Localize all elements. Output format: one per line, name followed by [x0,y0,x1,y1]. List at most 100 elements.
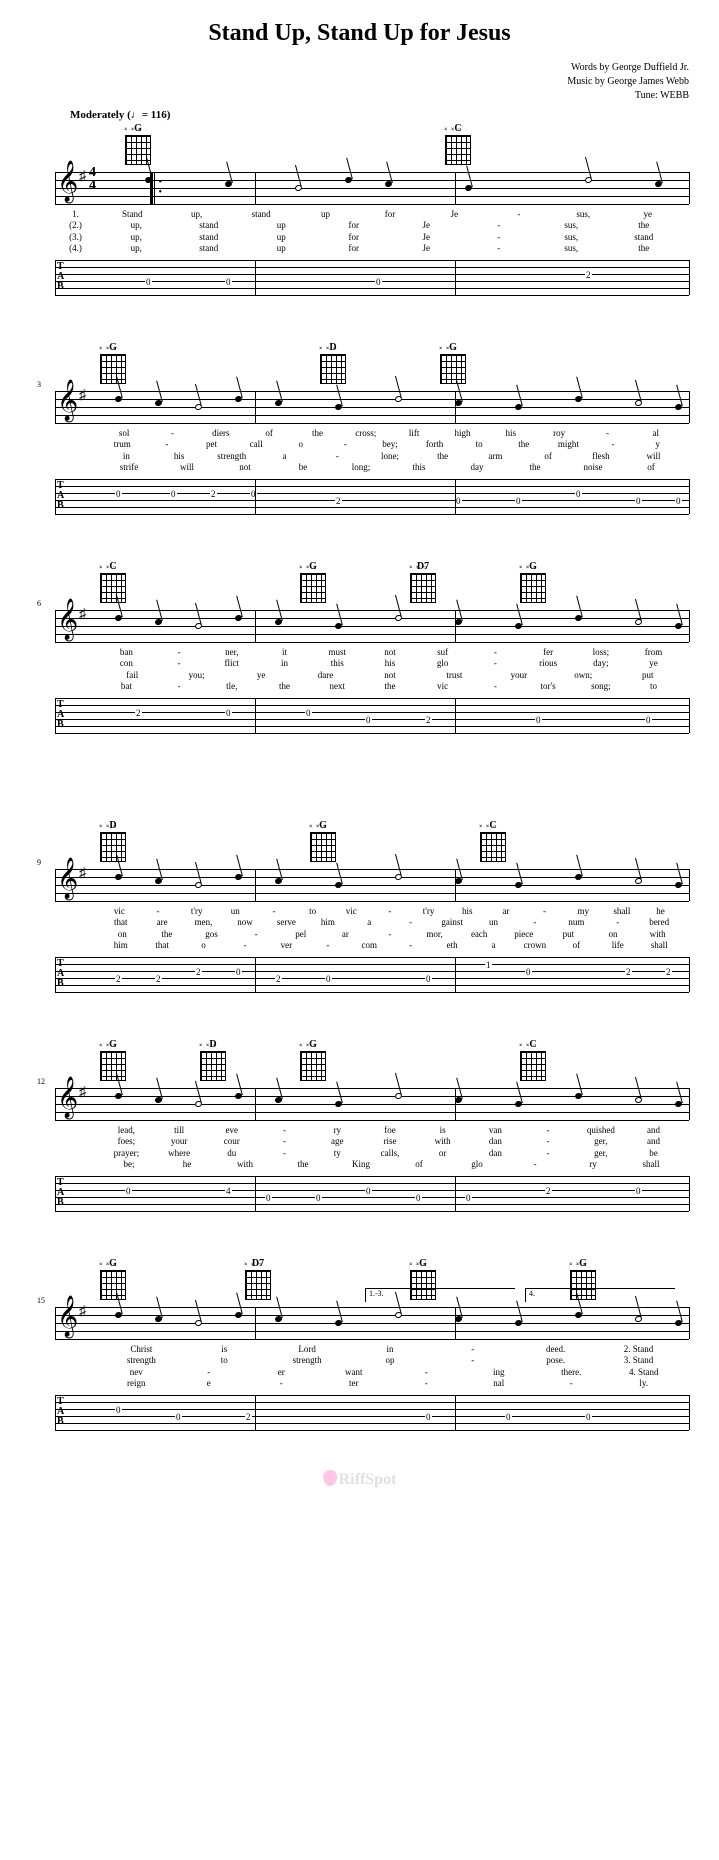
chord-grid-icon [100,832,126,862]
tab-fret-number: 0 [505,1412,512,1422]
lyric-syllable: want [318,1367,391,1378]
note-icon [274,1096,282,1104]
note-icon [344,176,352,184]
lyric-syllable: age [311,1136,364,1147]
barline [255,1176,256,1211]
tab-fret-number: 2 [585,270,592,280]
note-icon [334,1100,342,1108]
lyric-syllable: till [153,1125,206,1136]
verse-number [55,451,100,462]
music-system: GDGC12𝄞♯lead,tilleve-ryfoeisvan-quisheda… [30,1039,689,1218]
lyric-syllable: shall [622,1159,680,1170]
lyric-syllable: his [153,451,206,462]
note-icon [584,176,592,184]
note-icon [634,1096,642,1104]
chord-diagram: D [100,820,126,862]
barline [55,869,56,901]
lyric-syllable: un [473,917,514,928]
tab-fret-number: 0 [315,1193,322,1203]
lyric-syllable: o [278,439,323,450]
note-icon [234,1092,242,1100]
lyric-syllable: Christ [100,1344,183,1355]
lyric-syllable: on [591,929,636,940]
music-system: DGC9𝄞♯vic-t'ryun-tovic-t'ryhisar-myshall… [30,820,689,999]
tab-label: TAB [57,1178,64,1208]
lyric-syllable: glo [448,1159,506,1170]
lyric-syllable: the [274,1159,332,1170]
verse-number [55,940,100,951]
tab-fret-number: 2 [135,708,142,718]
note-icon [574,395,582,403]
tab-fret-number: 2 [245,1412,252,1422]
lyric-syllable: - [390,1378,463,1389]
lyric-syllable: ar [323,929,368,940]
chord-diagram: D7 [410,561,436,603]
tab-fret-number: 0 [425,1412,432,1422]
barline [689,610,690,642]
tab-fret-number: 0 [525,967,532,977]
lyric-syllable: - [506,1159,564,1170]
lyric-syllable: put [616,670,680,681]
verse-number [55,1355,100,1366]
lyric-line: foes;yourcour-agerisewithdan-ger,and [55,1136,689,1147]
lyric-syllable: not [364,647,417,658]
lyric-syllable: vic [416,681,469,692]
lyric-syllable: pet [189,439,234,450]
lyric-syllable: - [463,220,536,231]
verse-number: (4.) [55,243,100,254]
lyric-syllable: quished [574,1125,627,1136]
barline [689,1395,690,1430]
note-icon [274,1315,282,1323]
chord-diagram: C [480,820,506,862]
lyric-syllable: that [141,940,182,951]
verse-number [55,428,100,439]
verse-number [55,681,100,692]
barline [55,391,56,423]
verse-number [55,1125,100,1136]
note-icon [194,622,202,630]
chord-diagram: C [520,1039,546,1081]
chord-grid-icon [245,1270,271,1300]
lyric-syllable: sus, [535,220,608,231]
tab-fret-number: 0 [235,967,242,977]
lyric-syllable: of [622,462,680,473]
chord-diagram: G [300,561,326,603]
key-signature: ♯ [79,1085,86,1101]
barline [55,1176,56,1211]
treble-clef-icon: 𝄞 [57,860,78,896]
chord-diagram: G [440,342,466,384]
note-icon [634,877,642,885]
lyric-syllable: be [627,1148,680,1159]
lyric-syllable: Je [422,209,486,220]
lyric-syllable: - [597,917,638,928]
chord-grid-icon [300,1051,326,1081]
lyric-line: (3.) up,standupforJe-sus,stand [55,232,689,243]
lyric-syllable: - [224,940,265,951]
lyric-syllable: al [632,428,680,439]
chord-row: GDG [100,342,689,386]
barline [255,172,256,204]
tab-fret-number: 0 [125,1186,132,1196]
tab-fret-number: 0 [225,708,232,718]
barline [55,479,56,514]
lyric-syllable: be [274,462,332,473]
verse-number [55,1136,100,1147]
tablature-staff: TAB0020200000 [55,479,689,521]
chord-diagram: D [320,342,346,384]
lyric-syllable: will [158,462,216,473]
tab-fret-number: 0 [115,489,122,499]
note-icon [234,395,242,403]
barline [455,869,456,901]
lyric-syllable: - [258,1136,311,1147]
tab-fret-number: 0 [365,715,372,725]
credit-music: Music by George James Webb [30,75,689,89]
lyric-syllable: your [487,670,551,681]
chord-grid-icon [440,354,466,384]
barline [455,1176,456,1211]
lyric-syllable: up [245,220,318,231]
note-icon [194,881,202,889]
lyric-syllable: eve [205,1125,258,1136]
tab-fret-number: 0 [675,496,682,506]
lyric-syllable: sus, [535,232,608,243]
lyric-syllable: - [258,1125,311,1136]
